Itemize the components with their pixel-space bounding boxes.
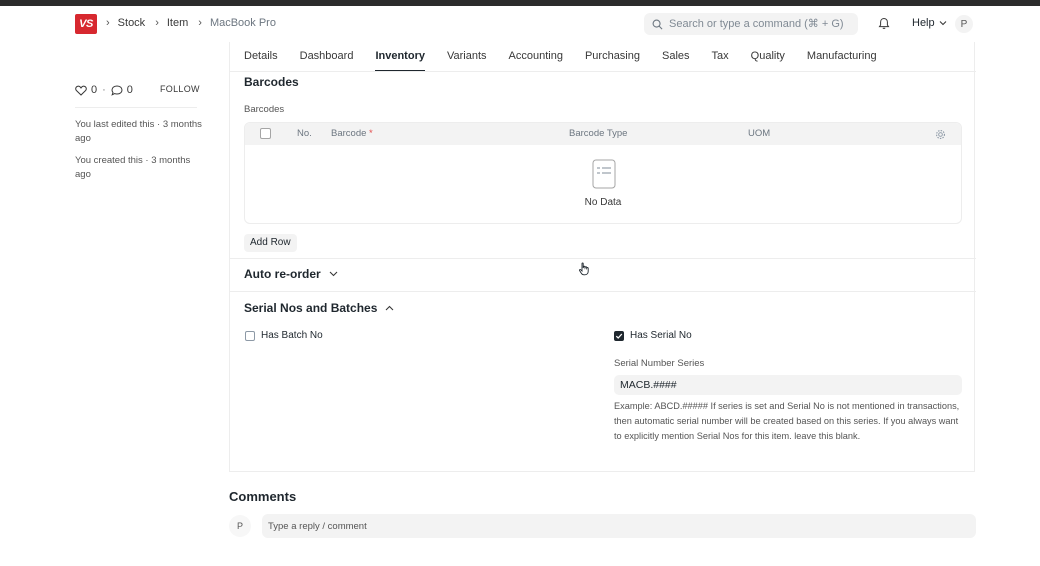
table-empty-state: No Data: [245, 145, 961, 223]
has-batch-no-checkbox[interactable]: [245, 330, 255, 341]
has-serial-no-checkbox[interactable]: [614, 330, 624, 341]
has-batch-no-label: Has Batch No: [261, 330, 323, 341]
tab-quality[interactable]: Quality: [751, 42, 785, 71]
comments-title: Comments: [229, 489, 297, 504]
separator-dot: ·: [102, 84, 106, 96]
barcodes-table-label: Barcodes: [244, 104, 285, 115]
help-label: Help: [912, 17, 935, 29]
search-icon: [652, 19, 663, 29]
navbar: VS › Stock › Item › MacBook Pro Help P: [0, 6, 1040, 42]
tab-variants[interactable]: Variants: [447, 42, 487, 71]
breadcrumb-current[interactable]: MacBook Pro: [210, 17, 276, 29]
user-avatar[interactable]: P: [955, 15, 973, 33]
column-header-barcode-type: Barcode Type: [569, 128, 628, 139]
barcodes-table: No. Barcode * Barcode Type UOM No Data: [244, 122, 962, 224]
serial-series-help-text: Example: ABCD.##### If series is set and…: [614, 401, 960, 441]
likes-count: 0: [91, 84, 98, 96]
column-header-no: No.: [297, 128, 312, 139]
no-data-text: No Data: [584, 197, 622, 208]
tab-dashboard[interactable]: Dashboard: [300, 42, 354, 71]
sidebar-stats: 0 · 0 FOLLOW: [75, 82, 200, 98]
column-header-barcode-label: Barcode: [331, 128, 367, 139]
sidebar-divider: [75, 107, 197, 108]
serial-number-series-input[interactable]: [614, 375, 962, 395]
heart-icon[interactable]: [75, 85, 87, 96]
section-title-serial-batches-label: Serial Nos and Batches: [244, 301, 378, 315]
table-header: No. Barcode * Barcode Type UOM: [245, 123, 961, 145]
has-serial-no-label: Has Serial No: [630, 330, 692, 341]
section-title-auto-reorder-label: Auto re-order: [244, 267, 321, 281]
section-divider: [230, 258, 976, 259]
comment-avatar: P: [229, 515, 251, 537]
form-main: Details Dashboard Inventory Variants Acc…: [229, 42, 976, 472]
app-logo[interactable]: VS: [75, 14, 97, 34]
has-serial-no-field[interactable]: Has Serial No: [614, 330, 692, 341]
select-all-checkbox[interactable]: [260, 128, 271, 139]
search-bar[interactable]: [644, 13, 858, 35]
follow-button[interactable]: FOLLOW: [160, 84, 200, 94]
help-dropdown[interactable]: Help: [912, 17, 947, 29]
column-header-uom: UOM: [748, 128, 771, 139]
breadcrumb-stock[interactable]: Stock: [118, 17, 146, 29]
form-sidebar: 0 · 0 FOLLOW You last edited this · 3 mo…: [75, 82, 202, 182]
comment-input[interactable]: [262, 514, 976, 538]
section-title-auto-reorder[interactable]: Auto re-order: [244, 267, 338, 281]
tab-purchasing[interactable]: Purchasing: [585, 42, 640, 71]
form-tabs: Details Dashboard Inventory Variants Acc…: [244, 42, 899, 71]
chevron-up-icon: [386, 305, 394, 311]
comment-icon[interactable]: [111, 84, 123, 96]
add-row-button[interactable]: Add Row: [244, 234, 297, 252]
no-data-document-icon: [592, 159, 616, 189]
notification-bell-icon[interactable]: [878, 17, 890, 30]
search-input[interactable]: [669, 18, 849, 30]
chevron-right-icon: ›: [198, 17, 202, 29]
chevron-right-icon: ›: [155, 17, 159, 29]
created-text: You created this · 3 months ago: [75, 155, 191, 180]
tab-sales[interactable]: Sales: [662, 42, 690, 71]
checkmark-icon: [615, 333, 623, 339]
chevron-down-icon: [329, 271, 338, 277]
column-header-barcode: Barcode *: [331, 128, 373, 139]
tabs-divider: [230, 71, 976, 72]
tab-tax[interactable]: Tax: [712, 42, 729, 71]
chevron-right-icon: ›: [106, 17, 110, 29]
tab-inventory[interactable]: Inventory: [375, 42, 425, 71]
chevron-down-icon: [939, 21, 947, 26]
comments-count: 0: [126, 84, 133, 96]
required-mark: *: [369, 128, 373, 139]
section-title-serial-batches[interactable]: Serial Nos and Batches: [244, 301, 394, 315]
tab-details[interactable]: Details: [244, 42, 278, 71]
has-batch-no-field[interactable]: Has Batch No: [245, 330, 323, 341]
breadcrumb: › Stock › Item › MacBook Pro: [106, 17, 286, 29]
tab-accounting[interactable]: Accounting: [509, 42, 563, 71]
breadcrumb-item[interactable]: Item: [167, 17, 188, 29]
section-title-barcodes: Barcodes: [244, 75, 299, 89]
tab-manufacturing[interactable]: Manufacturing: [807, 42, 877, 71]
serial-number-series-label: Serial Number Series: [614, 358, 705, 369]
settings-gear-icon[interactable]: [935, 129, 946, 140]
last-edited-text: You last edited this · 3 months ago: [75, 119, 202, 144]
hand-cursor-icon: [579, 262, 589, 276]
section-title-barcodes-label: Barcodes: [244, 75, 299, 89]
section-divider: [230, 291, 976, 292]
